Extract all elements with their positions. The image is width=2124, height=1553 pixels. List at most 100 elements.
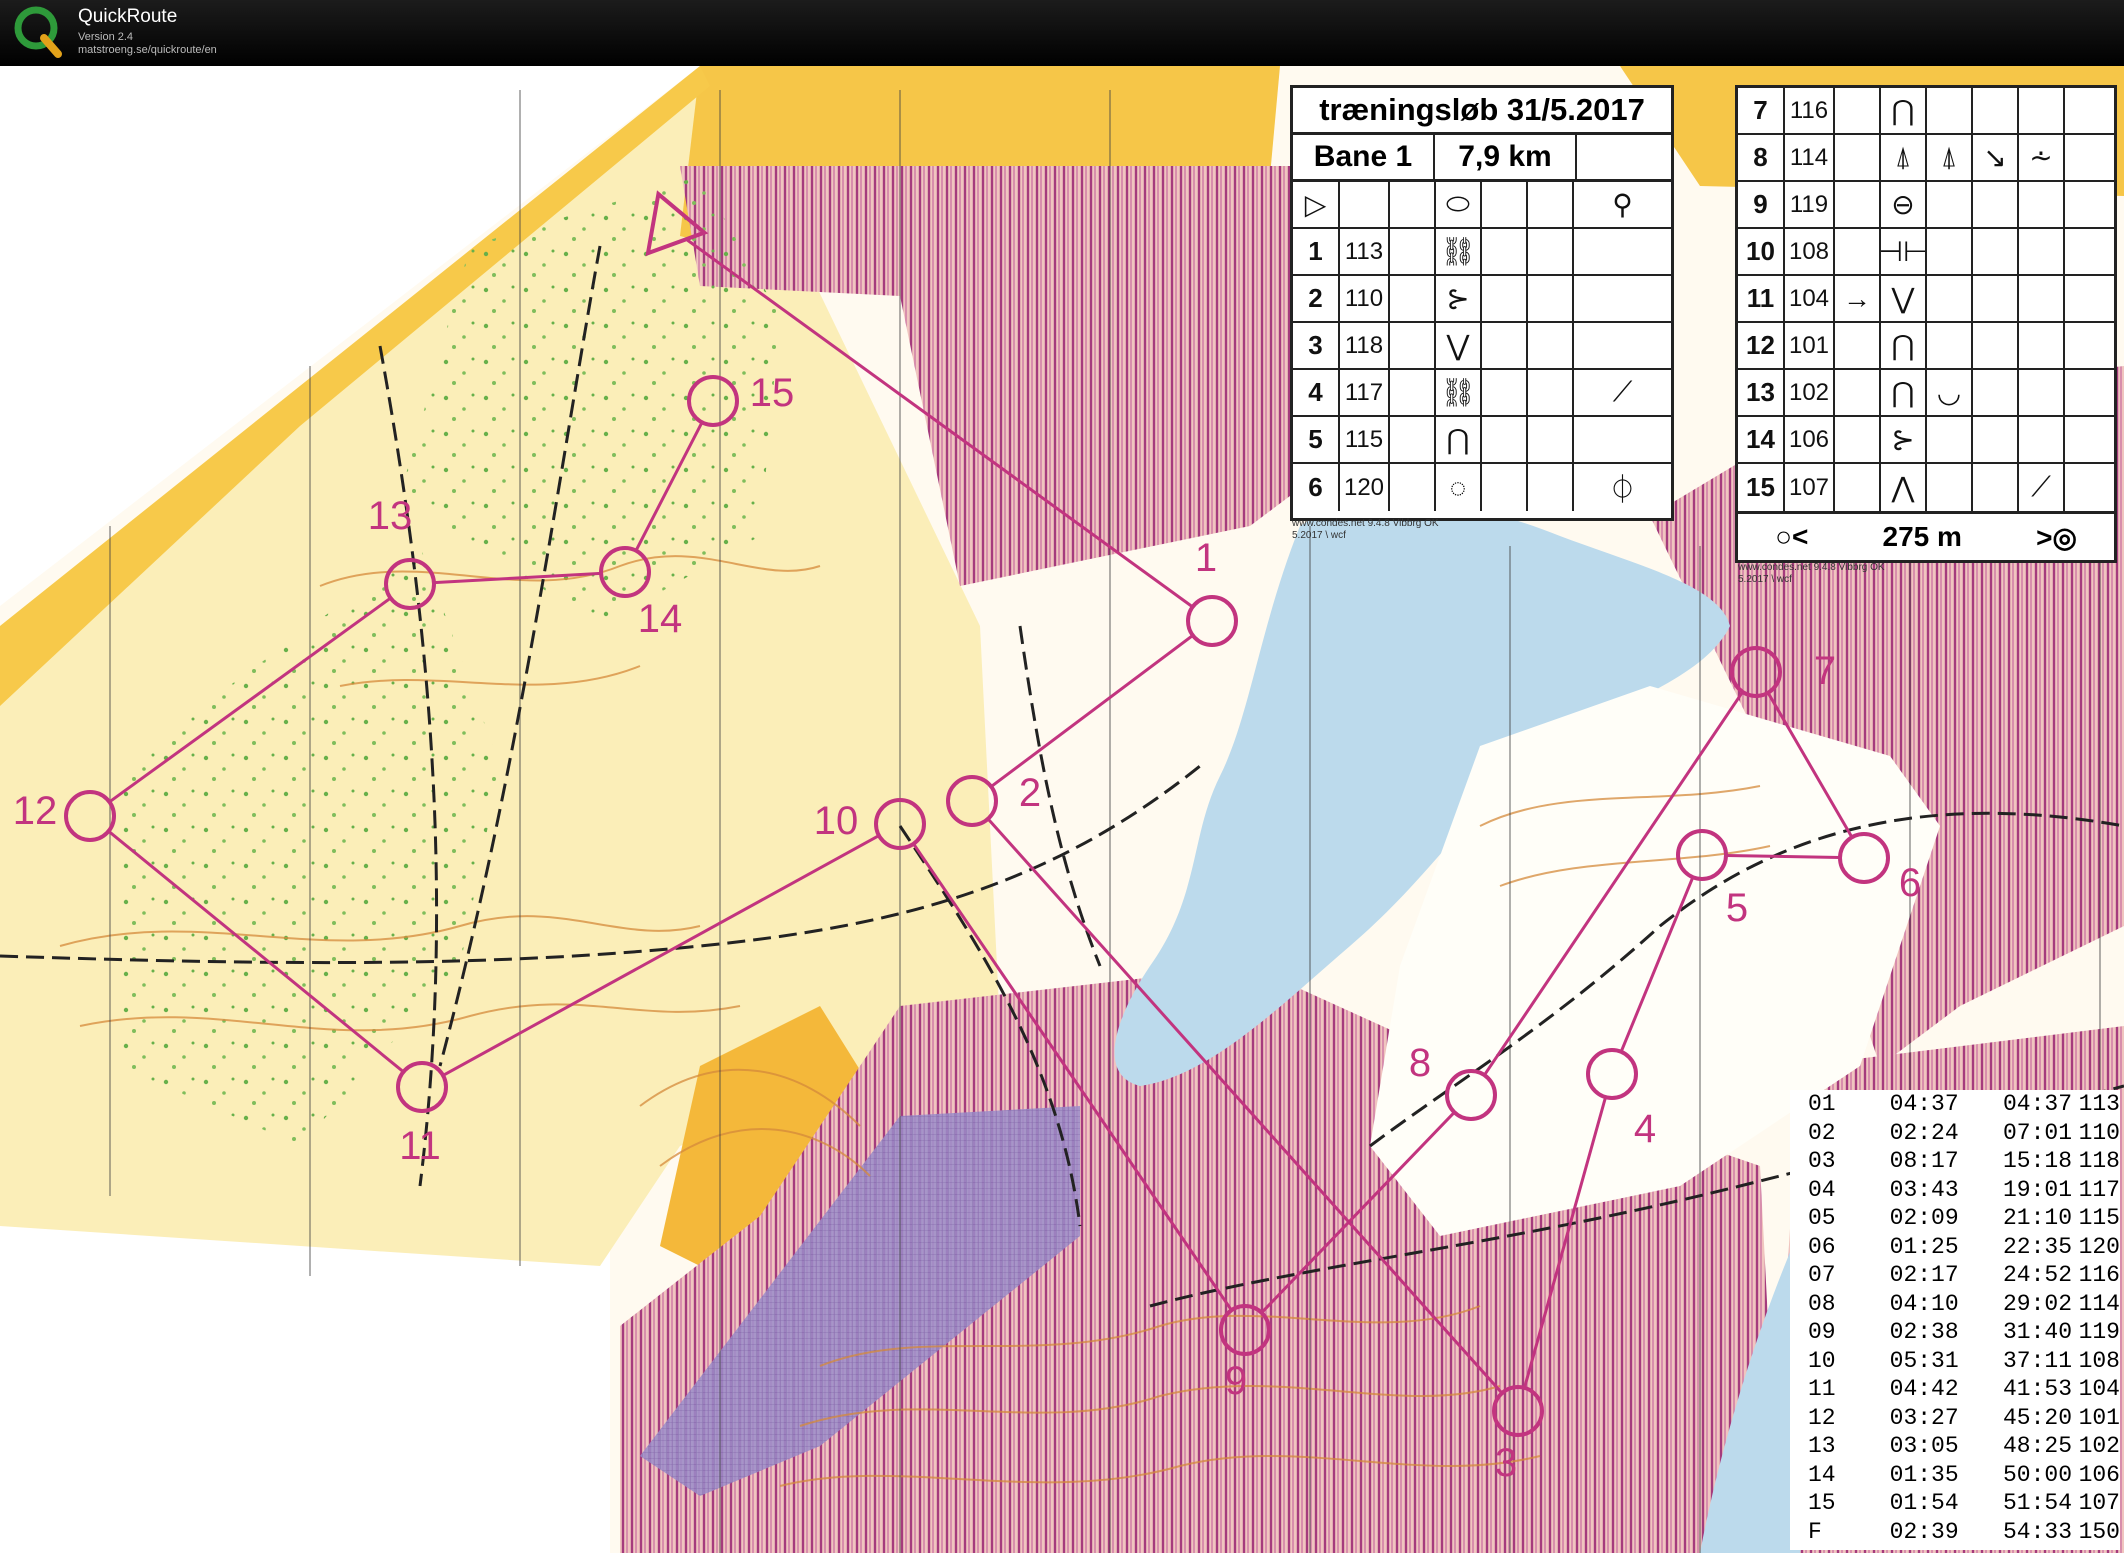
control-code: 120 (1340, 464, 1390, 511)
description-symbol-icon: ⟋ (2019, 464, 2065, 511)
description-symbol-icon: ⋂ (1881, 323, 1927, 368)
description-row: 6 120 ◌ ⏀ (1293, 464, 1671, 511)
split-code: 106 (2078, 1461, 2120, 1488)
split-leg: 15 (1808, 1490, 1836, 1516)
split-leg: 08 (1808, 1290, 1836, 1317)
split-row: 13 03:05 48:25 102 (1790, 1432, 2120, 1461)
printer-credit-2: www.condes.net 9.4.8 Vibbrg OK 5.2017 \ … (1738, 562, 1885, 585)
course-leg-line (1725, 853, 1841, 860)
split-total: 29:02 (2002, 1290, 2072, 1317)
description-row: 9 119 ⊖ (1738, 182, 2114, 229)
split-leg: 14 (1808, 1461, 1836, 1488)
split-code: 117 (2078, 1176, 2120, 1203)
description-row: 11 104 → ⋁ (1738, 276, 2114, 323)
control-number-label: 13 (368, 494, 413, 538)
fence-marker-icon: ⚲ (1612, 189, 1633, 220)
control-code: 119 (1785, 182, 1835, 227)
header-empty-cell (1577, 135, 1671, 179)
split-leg: 13 (1808, 1433, 1836, 1459)
description-symbol-icon: ⋁ (1881, 276, 1927, 321)
control-number: 1 (1293, 229, 1340, 274)
split-code: 114 (2078, 1290, 2120, 1317)
split-total: 41:53 (2002, 1376, 2072, 1402)
control-code: 107 (1785, 464, 1835, 511)
control-number: 7 (1738, 88, 1785, 133)
split-time: 02:24 (1889, 1119, 1959, 1146)
control-description-card-1: træningsløb 31/5.2017 Bane 1 7,9 km ▷ ⬭ … (1290, 85, 1674, 521)
split-code: 120 (2078, 1233, 2120, 1260)
split-row: F 02:39 54:33 150 (1790, 1518, 2120, 1547)
split-row: 15 01:54 51:54 107 (1790, 1489, 2120, 1518)
split-total: 51:54 (2002, 1490, 2072, 1516)
split-total: 15:18 (2002, 1148, 2072, 1174)
split-row: 08 04:10 29:02 114 (1790, 1290, 2120, 1319)
split-total: 21:10 (2002, 1205, 2072, 1231)
control-code: 113 (1340, 229, 1390, 274)
event-title: træningsløb 31/5.2017 (1293, 88, 1671, 135)
control-number: 4 (1293, 370, 1340, 415)
split-code: 104 (2078, 1376, 2120, 1402)
description-symbol-icon: ⋂ (1881, 88, 1927, 133)
description-symbol-icon: ◡ (1927, 370, 1973, 415)
description-symbol-icon: ↘ (1973, 135, 2019, 180)
split-leg: 03 (1808, 1148, 1836, 1174)
description-rows: ▷ ⬭ ⚲ 1 113 ⛓ 2 110 ⊱ 3 118 ⋁ 4 117 ⛓ ⟋ 5 115 ⋂ 6 120 ◌ ⏀ (1293, 182, 1671, 511)
description-symbol-icon: ⊣⊢ (1879, 229, 1927, 274)
split-time: 04:10 (1889, 1290, 1959, 1317)
finish-icon: >◎ (2036, 521, 2077, 553)
control-code: 102 (1785, 370, 1835, 415)
control-number-label: 12 (13, 789, 58, 833)
ditch-icon: ⛓ (1436, 370, 1482, 415)
control-code: 116 (1785, 88, 1835, 133)
description-rows: 7 116 ⋂ 8 114 ⍋ ⍋ ↘ ⩪ 9 119 ⊖ 10 108 ⊣⊢ 11 104 → ⋁ 12 101 ⋂ 13… (1738, 88, 2114, 511)
control-code: 104 (1785, 276, 1835, 321)
pipeline-icon: ⟋ (1612, 376, 1633, 407)
description-symbol-icon: ⊖ (1881, 182, 1927, 227)
description-row: 2 110 ⊱ (1293, 276, 1671, 323)
split-leg: 01 (1808, 1091, 1836, 1117)
split-time: 01:54 (1889, 1490, 1959, 1516)
control-number-label: 2 (1019, 771, 1041, 815)
split-code: 116 (2078, 1262, 2120, 1288)
description-symbol-icon: ⩪ (2019, 135, 2065, 180)
split-time: 01:25 (1889, 1233, 1959, 1260)
description-symbol-icon: → (1835, 276, 1881, 321)
control-number: 8 (1738, 135, 1785, 180)
split-code: 115 (2078, 1205, 2120, 1231)
split-time: 03:43 (1889, 1176, 1959, 1203)
split-leg: 12 (1808, 1404, 1836, 1431)
split-total: 22:35 (2002, 1233, 2072, 1260)
split-time: 02:17 (1889, 1262, 1959, 1288)
course-name: Bane 1 (1293, 135, 1435, 179)
app-url: matstroeng.se/quickroute/en (78, 44, 217, 56)
app-version: Version 2.4 (78, 31, 134, 43)
control-code: 118 (1340, 323, 1390, 368)
description-row: 12 101 ⋂ (1738, 323, 2114, 370)
split-row: 07 02:17 24:52 116 (1790, 1261, 2120, 1290)
split-total: 37:11 (2002, 1347, 2072, 1374)
split-row: 10 05:31 37:11 108 (1790, 1347, 2120, 1376)
control-number: 10 (1738, 229, 1785, 274)
split-time: 03:05 (1889, 1433, 1959, 1459)
split-time: 03:27 (1889, 1404, 1959, 1431)
split-total: 54:33 (2002, 1518, 2072, 1545)
description-symbol-icon: ⋀ (1881, 464, 1927, 511)
control-code: 117 (1340, 370, 1390, 415)
control-code: 110 (1340, 276, 1390, 321)
control-number: 13 (1738, 370, 1785, 415)
split-time: 04:42 (1889, 1376, 1959, 1402)
split-code: 102 (2078, 1433, 2120, 1459)
control-number-label: 4 (1634, 1107, 1656, 1151)
re-entrant-icon: ⊱ (1436, 276, 1482, 321)
split-row: 04 03:43 19:01 117 (1790, 1176, 2120, 1205)
control-code: 108 (1785, 229, 1835, 274)
split-time: 01:35 (1889, 1461, 1959, 1488)
finish-distance: 275 m (1882, 521, 1962, 552)
control-number: 6 (1293, 464, 1340, 511)
split-row: 02 02:24 07:01 110 (1790, 1119, 2120, 1148)
split-leg: 10 (1808, 1347, 1836, 1374)
split-row: 11 04:42 41:53 104 (1790, 1375, 2120, 1404)
control-description-card-2: 7 116 ⋂ 8 114 ⍋ ⍋ ↘ ⩪ 9 119 ⊖ 10 108 ⊣⊢ 11 104 → ⋁ 12 101 ⋂ 13… (1735, 85, 2117, 563)
start-triangle-icon: ▷ (1293, 182, 1340, 227)
finish-start-icon: ○< (1775, 521, 1809, 552)
